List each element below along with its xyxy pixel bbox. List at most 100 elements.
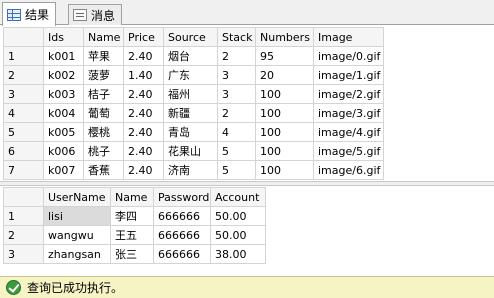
- table-cell[interactable]: k005: [43, 122, 84, 142]
- table-cell[interactable]: 青岛: [163, 122, 218, 142]
- table-cell[interactable]: 2.40: [123, 84, 164, 104]
- table-cell[interactable]: 香蕉: [83, 160, 124, 180]
- row-number[interactable]: 1: [3, 46, 44, 66]
- table-cell[interactable]: 100: [255, 122, 314, 142]
- row-number[interactable]: 3: [3, 84, 44, 104]
- table-cell[interactable]: 2.40: [123, 46, 164, 66]
- row-number[interactable]: 2: [3, 225, 44, 245]
- table-row[interactable]: 1 lisi 李四 666666 50.00: [3, 206, 266, 226]
- table-cell[interactable]: 济南: [163, 160, 218, 180]
- table-row[interactable]: 1 k001 苹果 2.40 烟台 2 95 image/0.gif: [3, 46, 384, 66]
- table-cell[interactable]: 张三: [110, 244, 154, 264]
- row-number[interactable]: 5: [3, 122, 44, 142]
- column-header[interactable]: Password: [153, 187, 211, 207]
- row-number-header: [3, 27, 44, 47]
- table-cell[interactable]: k006: [43, 141, 84, 161]
- table-cell[interactable]: 100: [255, 141, 314, 161]
- table-row[interactable]: 4 k004 葡萄 2.40 新疆 2 100 image/3.gif: [3, 103, 384, 123]
- table-cell[interactable]: k003: [43, 84, 84, 104]
- table-cell[interactable]: k002: [43, 65, 84, 85]
- row-number[interactable]: 6: [3, 141, 44, 161]
- table-cell[interactable]: 20: [255, 65, 314, 85]
- table-cell[interactable]: 2.40: [123, 122, 164, 142]
- table-cell[interactable]: 广东: [163, 65, 218, 85]
- products-result-grid: Ids Name Price Source Stack Numbers Imag…: [3, 27, 384, 180]
- table-cell[interactable]: image/0.gif: [313, 46, 384, 66]
- column-header[interactable]: Stack: [217, 27, 256, 47]
- tab-results-label: 结果: [25, 8, 50, 22]
- table-cell[interactable]: 100: [255, 160, 314, 180]
- row-number[interactable]: 4: [3, 103, 44, 123]
- table-cell[interactable]: 烟台: [163, 46, 218, 66]
- table-cell[interactable]: image/6.gif: [313, 160, 384, 180]
- table-cell[interactable]: 桔子: [83, 84, 124, 104]
- column-header[interactable]: Name: [110, 187, 154, 207]
- table-cell[interactable]: 菠萝: [83, 65, 124, 85]
- table-row[interactable]: 3 zhangsan 张三 666666 38.00: [3, 244, 266, 264]
- table-cell[interactable]: 5: [217, 160, 256, 180]
- table-cell[interactable]: zhangsan: [43, 244, 111, 264]
- table-row[interactable]: 7 k007 香蕉 2.40 济南 5 100 image/6.gif: [3, 160, 384, 180]
- table-cell[interactable]: 苹果: [83, 46, 124, 66]
- table-cell[interactable]: image/4.gif: [313, 122, 384, 142]
- table-cell[interactable]: 桃子: [83, 141, 124, 161]
- table-row[interactable]: 5 k005 樱桃 2.40 青岛 4 100 image/4.gif: [3, 122, 384, 142]
- table-cell[interactable]: 3: [217, 84, 256, 104]
- table-cell[interactable]: 新疆: [163, 103, 218, 123]
- table-cell[interactable]: 王五: [110, 225, 154, 245]
- table-cell[interactable]: image/1.gif: [313, 65, 384, 85]
- row-number[interactable]: 3: [3, 244, 44, 264]
- table-cell[interactable]: 2.40: [123, 160, 164, 180]
- table-cell[interactable]: 50.00: [210, 206, 266, 226]
- table-cell[interactable]: image/2.gif: [313, 84, 384, 104]
- table-cell[interactable]: lisi: [43, 206, 111, 226]
- table-cell[interactable]: k001: [43, 46, 84, 66]
- table-cell[interactable]: 樱桃: [83, 122, 124, 142]
- products-header-row: Ids Name Price Source Stack Numbers Imag…: [3, 27, 384, 47]
- column-header[interactable]: UserName: [43, 187, 111, 207]
- table-cell[interactable]: 100: [255, 103, 314, 123]
- table-cell[interactable]: 5: [217, 141, 256, 161]
- table-cell[interactable]: 1.40: [123, 65, 164, 85]
- table-cell[interactable]: 2: [217, 103, 256, 123]
- row-number[interactable]: 1: [3, 206, 44, 226]
- table-cell[interactable]: wangwu: [43, 225, 111, 245]
- table-cell[interactable]: 李四: [110, 206, 154, 226]
- column-header[interactable]: Numbers: [255, 27, 314, 47]
- table-cell[interactable]: 666666: [153, 225, 211, 245]
- table-cell[interactable]: 2.40: [123, 103, 164, 123]
- table-row[interactable]: 6 k006 桃子 2.40 花果山 5 100 image/5.gif: [3, 141, 384, 161]
- table-row[interactable]: 2 wangwu 王五 666666 50.00: [3, 225, 266, 245]
- tab-results[interactable]: 结果: [2, 2, 57, 26]
- table-cell[interactable]: 95: [255, 46, 314, 66]
- row-number[interactable]: 2: [3, 65, 44, 85]
- table-cell[interactable]: 花果山: [163, 141, 218, 161]
- column-header[interactable]: Ids: [43, 27, 84, 47]
- table-row[interactable]: 2 k002 菠萝 1.40 广东 3 20 image/1.gif: [3, 65, 384, 85]
- success-check-icon: [6, 280, 21, 295]
- table-cell[interactable]: 50.00: [210, 225, 266, 245]
- table-cell[interactable]: 666666: [153, 206, 211, 226]
- table-cell[interactable]: image/3.gif: [313, 103, 384, 123]
- table-cell[interactable]: 2.40: [123, 141, 164, 161]
- table-cell[interactable]: 38.00: [210, 244, 266, 264]
- column-header[interactable]: Image: [313, 27, 384, 47]
- table-cell[interactable]: 4: [217, 122, 256, 142]
- table-cell[interactable]: 3: [217, 65, 256, 85]
- table-cell[interactable]: image/5.gif: [313, 141, 384, 161]
- table-cell[interactable]: 2: [217, 46, 256, 66]
- row-number[interactable]: 7: [3, 160, 44, 180]
- column-header[interactable]: Account: [210, 187, 266, 207]
- column-header[interactable]: Price: [123, 27, 164, 47]
- table-cell[interactable]: 100: [255, 84, 314, 104]
- column-header[interactable]: Source: [163, 27, 218, 47]
- tab-messages[interactable]: 消息: [68, 4, 123, 25]
- table-cell[interactable]: 666666: [153, 244, 211, 264]
- table-cell[interactable]: 福州: [163, 84, 218, 104]
- table-row[interactable]: 3 k003 桔子 2.40 福州 3 100 image/2.gif: [3, 84, 384, 104]
- table-cell[interactable]: k007: [43, 160, 84, 180]
- table-cell[interactable]: 葡萄: [83, 103, 124, 123]
- column-header[interactable]: Name: [83, 27, 124, 47]
- table-cell[interactable]: k004: [43, 103, 84, 123]
- grid-splitter[interactable]: [0, 181, 494, 186]
